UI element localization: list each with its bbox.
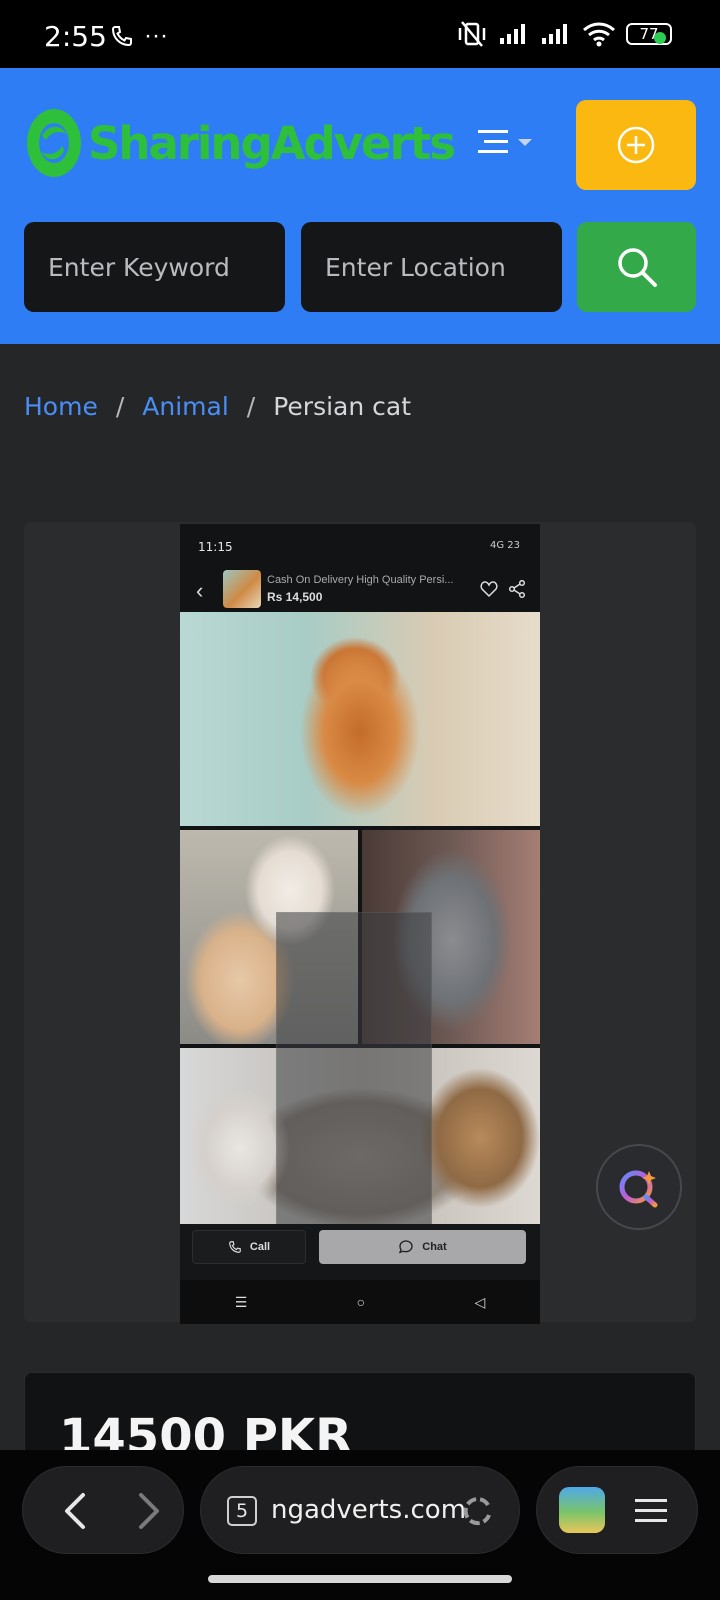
home-indicator[interactable] — [208, 1575, 512, 1583]
listing-gallery: 11:15 4G 23 ‹ Cash On Delivery High Qual… — [24, 522, 696, 1324]
embedded-call-label: Call — [249, 1241, 271, 1253]
embedded-chat-button: Chat — [319, 1230, 526, 1264]
embedded-time: 11:15 — [198, 540, 233, 554]
search-icon — [617, 248, 657, 287]
embedded-chat-label: Chat — [422, 1241, 447, 1253]
plus-circle-icon — [617, 126, 655, 164]
breadcrumb-home-link[interactable]: Home — [24, 392, 98, 421]
breadcrumb-separator: / — [115, 392, 125, 421]
tab-count-button[interactable]: 5 — [227, 1496, 257, 1526]
embedded-back-icon: ‹ — [196, 578, 204, 603]
embedded-price: Rs 14,500 — [267, 590, 323, 604]
embedded-call-button: Call — [192, 1230, 306, 1264]
status-time: 2:55 — [44, 20, 107, 53]
embedded-status-icons: 4G 23 — [489, 540, 520, 551]
page: 2:55 ··· 77 SharingAdverts Enter Keyword… — [0, 0, 720, 1600]
embedded-nav-bar: ☰ ○ ◁ — [180, 1280, 540, 1324]
ai-search-icon — [619, 1170, 658, 1208]
add-advert-button[interactable] — [576, 100, 696, 190]
address-bar[interactable]: 5 ngadverts.com — [200, 1466, 520, 1554]
logo-text: SharingAdverts — [88, 116, 456, 170]
embedded-home-icon: ○ — [356, 1294, 366, 1310]
logo-globe-icon — [27, 109, 81, 177]
signal-1-icon — [500, 24, 525, 44]
keyword-input[interactable] — [48, 252, 285, 282]
chat-bubble-icon — [399, 1240, 413, 1254]
keyword-field[interactable] — [24, 222, 285, 312]
breadcrumb-category-link[interactable]: Animal — [142, 392, 229, 421]
phone-icon — [229, 1241, 241, 1253]
site-logo[interactable]: SharingAdverts — [24, 106, 456, 180]
listing-image[interactable]: 11:15 4G 23 ‹ Cash On Delivery High Qual… — [180, 524, 540, 1324]
breadcrumb-current: Persian cat — [273, 392, 412, 421]
location-field[interactable] — [301, 222, 562, 312]
cat-photo-orange — [180, 612, 540, 826]
embedded-title: Cash On Delivery High Quality Persi... — [267, 574, 454, 586]
location-input[interactable] — [325, 252, 562, 282]
wifi-icon — [583, 22, 615, 47]
status-right-icons: 77 — [456, 20, 672, 48]
status-left-icons: ··· — [110, 22, 168, 50]
url-text[interactable]: ngadverts.com — [271, 1495, 466, 1525]
game-app-icon[interactable] — [559, 1487, 605, 1533]
embedded-back-nav-icon: ◁ — [474, 1293, 486, 1310]
breadcrumb-separator: / — [246, 392, 256, 421]
search-button[interactable] — [577, 222, 696, 312]
vibrate-off-icon — [458, 21, 486, 47]
embedded-thumbnail — [223, 570, 261, 608]
embedded-status-bar: 11:15 4G 23 — [180, 524, 540, 568]
embedded-recents-icon: ☰ — [234, 1293, 248, 1310]
heart-icon — [480, 581, 498, 598]
history-nav — [22, 1466, 184, 1554]
share-icon — [508, 580, 526, 598]
privacy-indicator-dot — [654, 32, 666, 44]
breadcrumb: Home / Animal / Persian cat — [24, 392, 411, 421]
ai-assistant-button[interactable] — [596, 1144, 682, 1230]
signal-2-icon — [542, 24, 567, 44]
embedded-top-bar: ‹ Cash On Delivery High Quality Persi...… — [180, 568, 540, 612]
status-bar: 2:55 ··· 77 — [0, 0, 720, 68]
menu-dropdown-button[interactable] — [474, 124, 550, 164]
embedded-actions — [480, 580, 526, 598]
site-header: SharingAdverts — [0, 68, 720, 344]
reload-icon[interactable] — [459, 1493, 495, 1529]
phone-call-icon — [111, 26, 132, 47]
more-notifications-icon: ··· — [144, 22, 168, 49]
browser-extras — [536, 1466, 698, 1554]
forward-arrow-icon[interactable] — [123, 1487, 171, 1535]
menu-icon — [478, 130, 532, 153]
browser-menu-icon[interactable] — [633, 1495, 669, 1527]
embedded-action-bar: Call Chat — [180, 1224, 540, 1280]
back-arrow-icon[interactable] — [53, 1487, 101, 1535]
nested-screenshot-overlay — [276, 912, 432, 1247]
